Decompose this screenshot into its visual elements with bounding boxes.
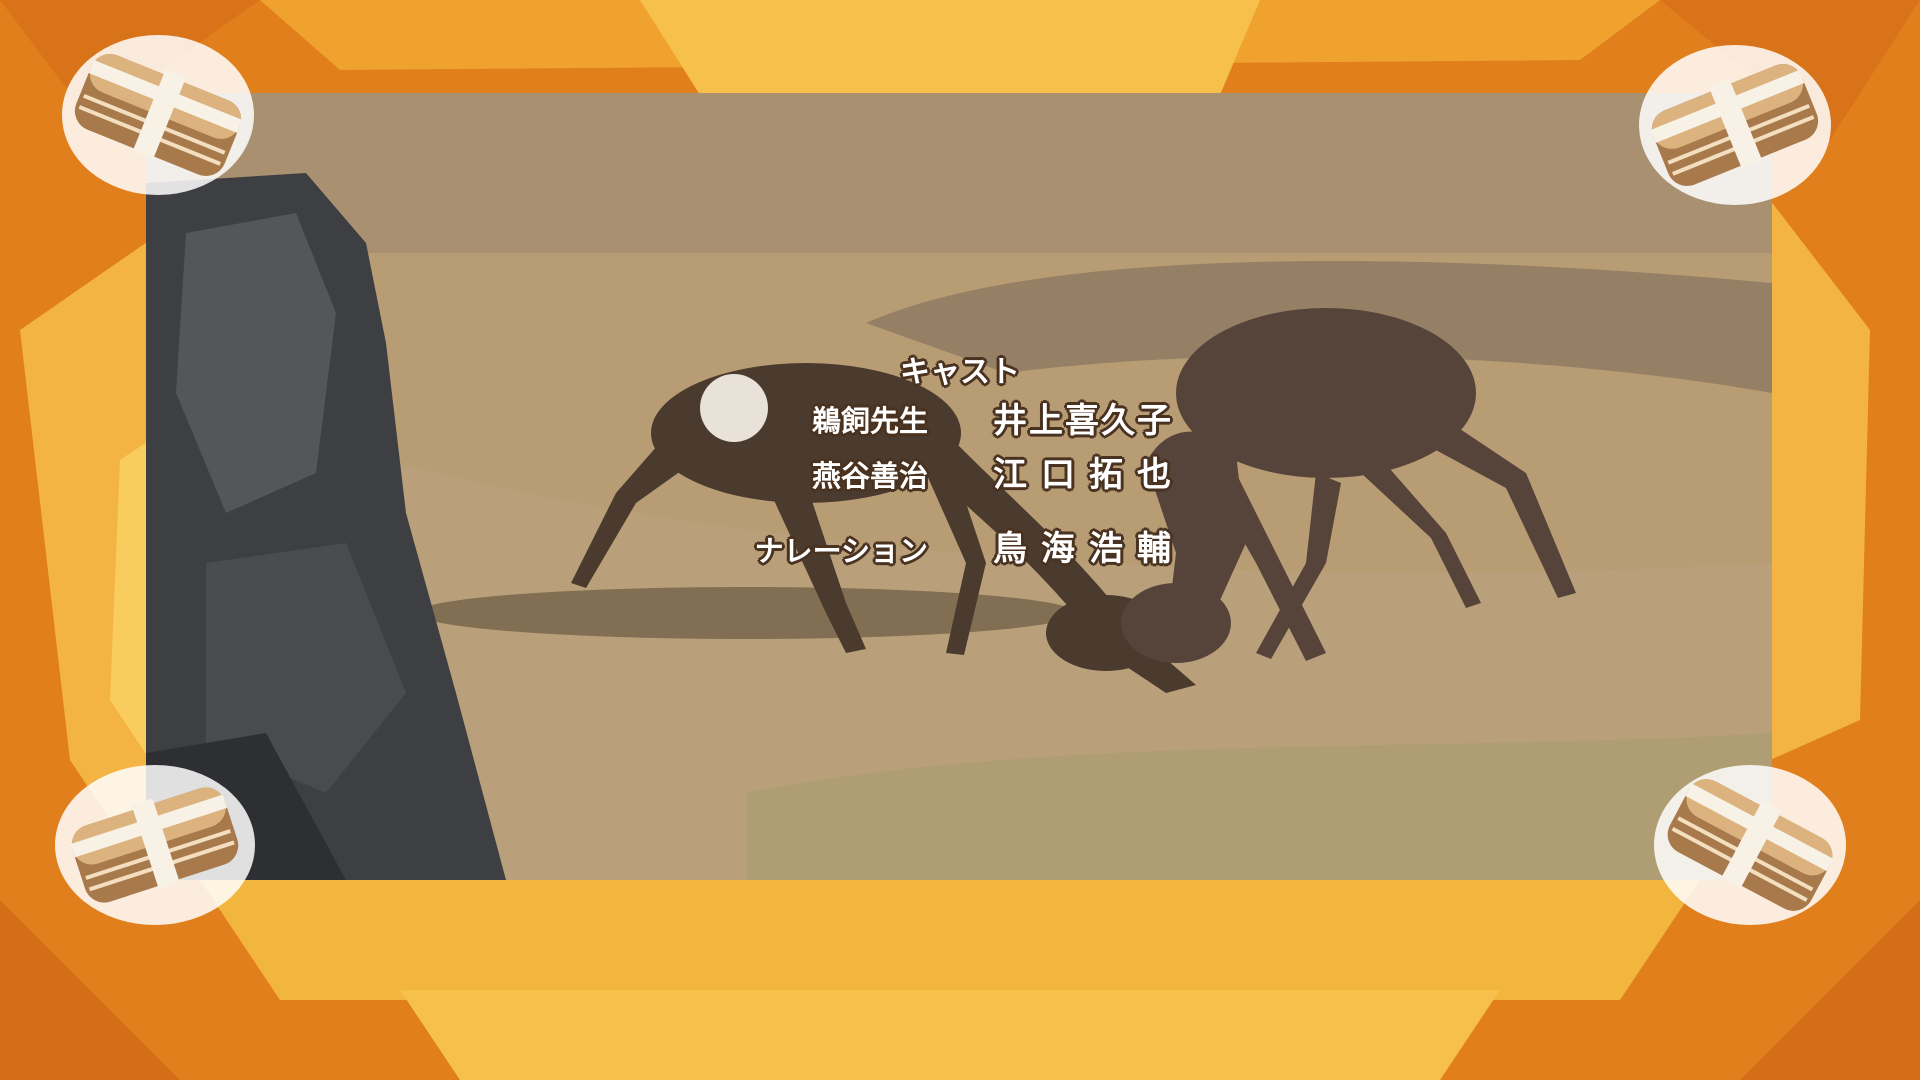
photo-deer-fighting	[146, 93, 1772, 880]
layered-cake-bundle-icon	[1639, 45, 1831, 205]
layered-cake-bundle-icon	[55, 765, 255, 925]
layered-cake-bundle-icon	[1654, 765, 1846, 925]
layered-cake-bundle-icon	[62, 35, 254, 195]
